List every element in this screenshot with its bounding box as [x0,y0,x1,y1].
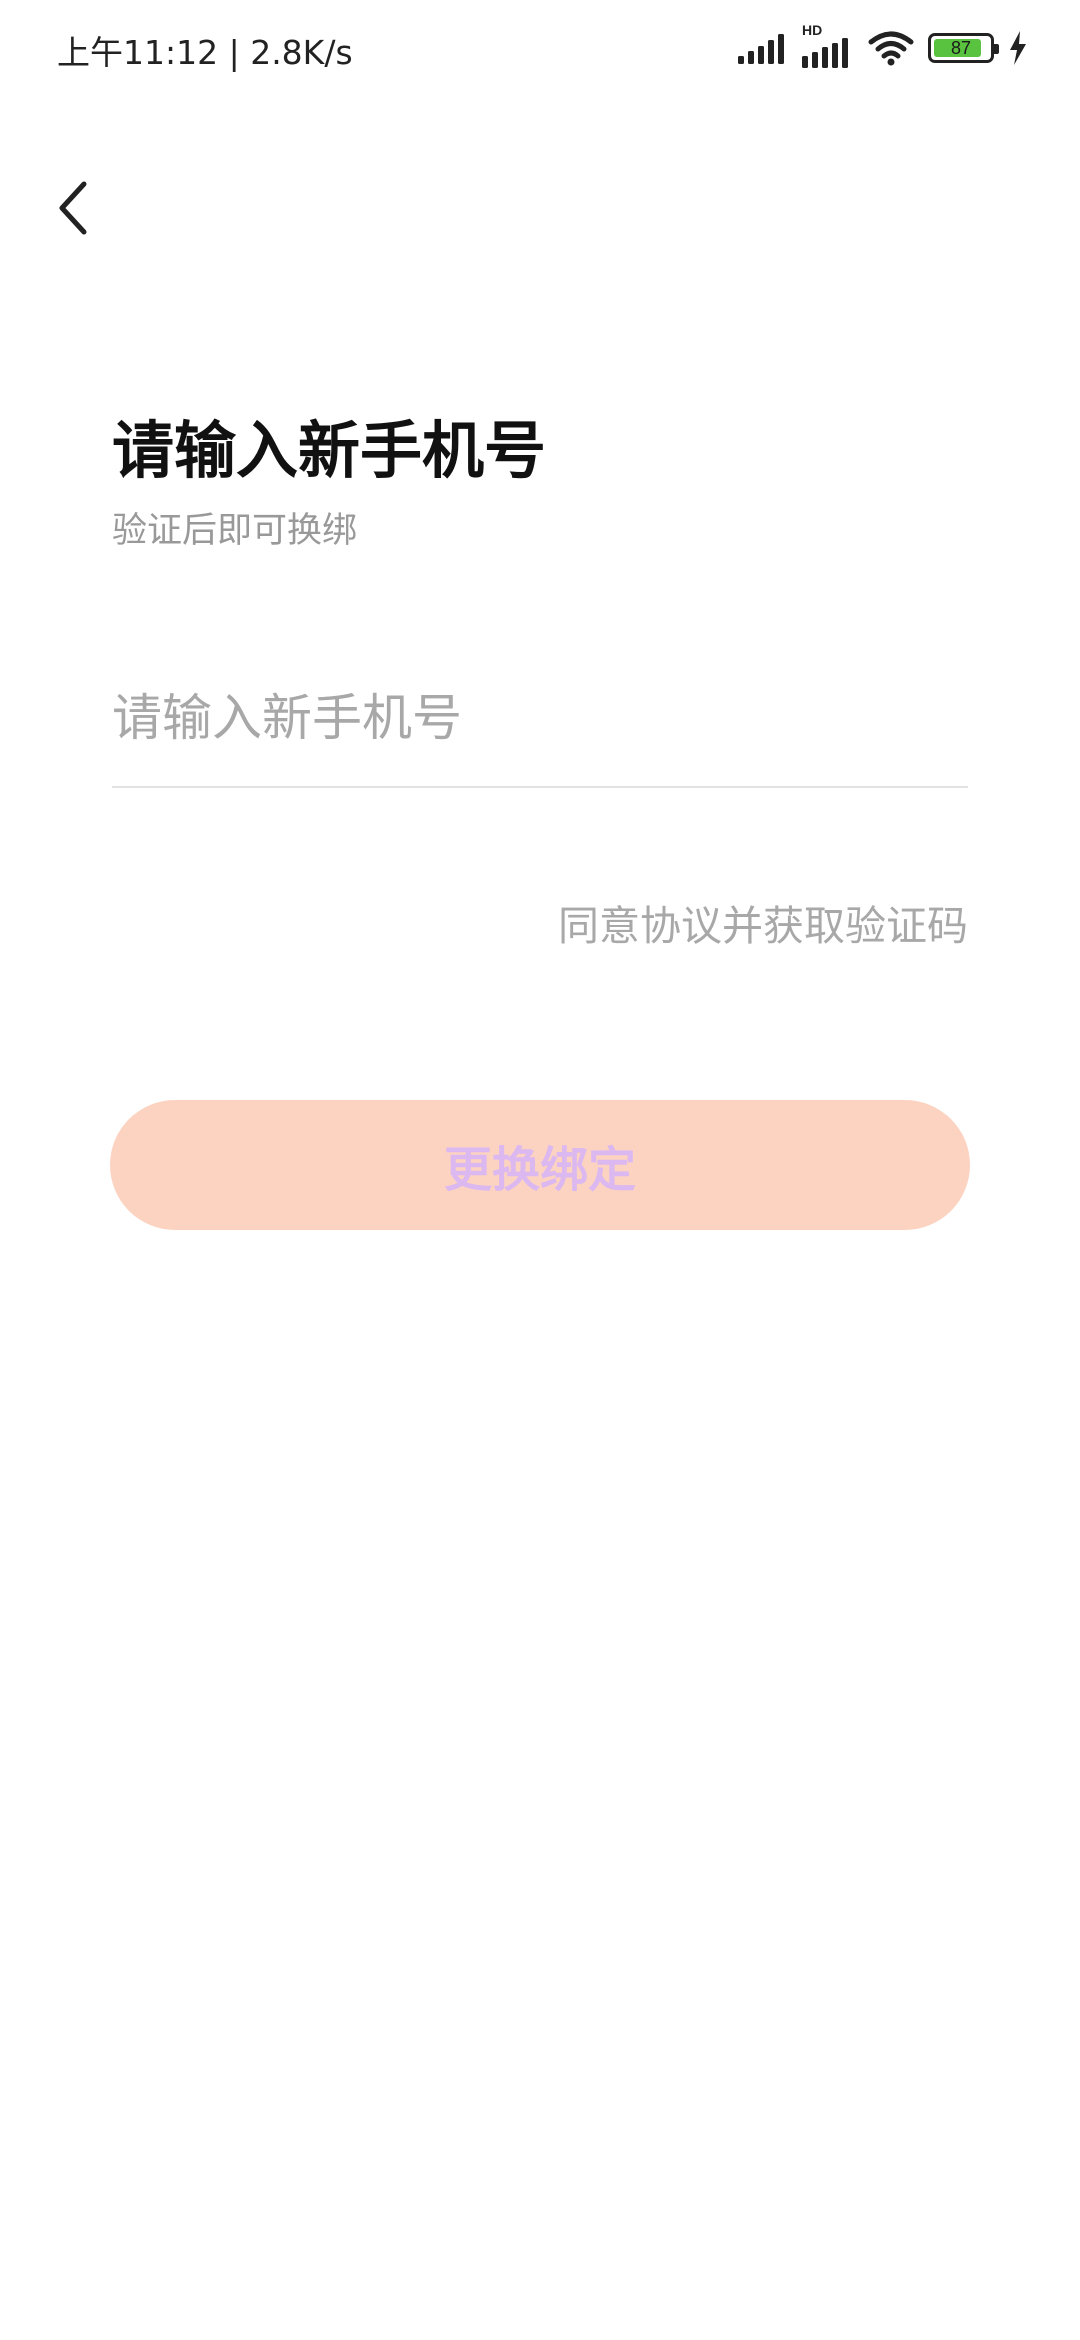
page-subtitle: 验证后即可换绑 [112,511,358,551]
battery-level: 87 [950,38,972,58]
back-button[interactable] [40,170,104,250]
signal-hd-icon: HD [802,22,854,68]
change-binding-button[interactable]: 更换绑定 [110,1100,970,1230]
chevron-left-icon [52,178,92,242]
phone-number-input[interactable] [112,676,968,760]
battery-cap [994,44,999,54]
battery-icon: 87 [928,33,999,63]
page-title: 请输入新手机号 [112,414,547,487]
hd-label: HD [802,22,823,38]
charging-icon [1008,31,1028,65]
input-divider [112,786,968,788]
status-bar: 上午11:12 | 2.8K/s HD 87 [0,0,1080,100]
status-time-speed: 上午11:12 | 2.8K/s [57,33,353,72]
signal-icon [738,32,788,64]
get-verification-code-link[interactable]: 同意协议并获取验证码 [558,892,968,952]
wifi-icon [868,30,914,66]
status-icons: HD 87 [738,22,1028,68]
